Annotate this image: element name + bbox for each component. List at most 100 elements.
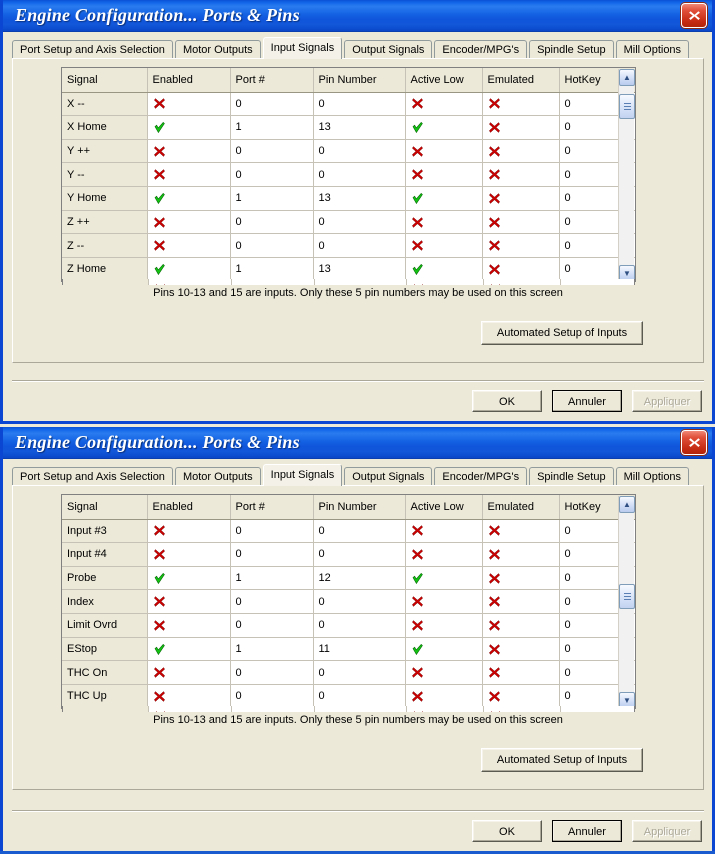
cell-enabled-toggle[interactable] [147, 210, 231, 235]
tab-port-setup-and-axis-selection[interactable]: Port Setup and Axis Selection [12, 467, 173, 486]
cell-active-low-toggle[interactable] [405, 566, 483, 591]
cell-pin-number[interactable]: 13 [313, 115, 406, 140]
cell-port[interactable]: 1 [230, 115, 314, 140]
tab-spindle-setup[interactable]: Spindle Setup [529, 40, 614, 59]
cell-pin-number[interactable]: 13 [313, 257, 406, 281]
column-header-emulated[interactable]: Emulated [482, 68, 560, 93]
input-signals-grid-2[interactable]: Signal Enabled Port # Pin Number Active Low E… [61, 494, 636, 709]
cell-port[interactable]: 0 [230, 139, 314, 164]
cell-pin-number[interactable]: 12 [313, 566, 406, 591]
ok-button[interactable]: OK [472, 390, 542, 412]
tab-input-signals[interactable]: Input Signals [262, 464, 343, 486]
cell-emulated-toggle[interactable] [482, 257, 560, 281]
table-row[interactable]: Z Home 1 13 0 [62, 257, 635, 281]
cancel-button[interactable]: Annuler [552, 390, 622, 412]
cell-emulated-toggle[interactable] [482, 660, 560, 685]
cell-enabled-toggle[interactable] [147, 186, 231, 211]
cell-enabled-toggle[interactable] [147, 519, 231, 544]
cell-port[interactable]: 0 [230, 589, 314, 614]
input-signals-grid-1[interactable]: Signal Enabled Port # Pin Number Active Low E… [61, 67, 636, 282]
cell-enabled-toggle[interactable] [147, 660, 231, 685]
cell-active-low-toggle[interactable] [405, 162, 483, 187]
column-header-signal[interactable]: Signal [62, 495, 148, 520]
cell-emulated-toggle[interactable] [482, 139, 560, 164]
tab-output-signals[interactable]: Output Signals [344, 467, 433, 486]
table-row[interactable]: EStop 1 11 0 [62, 637, 635, 662]
cell-active-low-toggle[interactable] [405, 660, 483, 685]
cell-active-low-toggle[interactable] [405, 519, 483, 544]
cell-port[interactable]: 0 [230, 660, 314, 685]
automated-setup-of-inputs-button[interactable]: Automated Setup of Inputs [481, 748, 643, 772]
cell-port[interactable]: 1 [230, 186, 314, 211]
tab-spindle-setup[interactable]: Spindle Setup [529, 467, 614, 486]
table-row[interactable]: Index 0 0 0 [62, 589, 635, 614]
cell-active-low-toggle[interactable] [405, 233, 483, 258]
cell-pin-number[interactable]: 0 [313, 613, 406, 638]
tab-mill-options[interactable]: Mill Options [615, 40, 690, 59]
tab-input-signals[interactable]: Input Signals [262, 37, 343, 59]
tab-motor-outputs[interactable]: Motor Outputs [174, 467, 261, 486]
column-header-port[interactable]: Port # [230, 495, 314, 520]
column-header-pin-number[interactable]: Pin Number [313, 68, 406, 93]
cell-port[interactable]: 1 [230, 637, 314, 662]
cell-port[interactable]: 0 [230, 233, 314, 258]
table-row[interactable]: Y -- 0 0 0 [62, 162, 635, 187]
cell-port[interactable]: 1 [230, 257, 314, 281]
table-row[interactable]: Limit Ovrd 0 0 0 [62, 613, 635, 638]
cell-port[interactable]: 1 [230, 566, 314, 591]
cell-enabled-toggle[interactable] [147, 566, 231, 591]
scrollbar-thumb[interactable] [619, 584, 635, 609]
tab-port-setup-and-axis-selection[interactable]: Port Setup and Axis Selection [12, 40, 173, 59]
table-row[interactable]: THC Up 0 0 0 [62, 684, 635, 708]
grid-vertical-scrollbar-1[interactable]: ▲ ▼ [618, 69, 635, 281]
cell-enabled-toggle[interactable] [147, 542, 231, 567]
close-icon[interactable] [681, 430, 707, 455]
cell-port[interactable]: 0 [230, 92, 314, 117]
automated-setup-of-inputs-button[interactable]: Automated Setup of Inputs [481, 321, 643, 345]
cell-port[interactable]: 0 [230, 684, 314, 708]
cell-active-low-toggle[interactable] [405, 257, 483, 281]
cell-enabled-toggle[interactable] [147, 233, 231, 258]
tab-output-signals[interactable]: Output Signals [344, 40, 433, 59]
cell-pin-number[interactable]: 0 [313, 660, 406, 685]
column-header-enabled[interactable]: Enabled [147, 495, 231, 520]
cell-pin-number[interactable]: 0 [313, 589, 406, 614]
cell-enabled-toggle[interactable] [147, 589, 231, 614]
cell-enabled-toggle[interactable] [147, 257, 231, 281]
cell-pin-number[interactable]: 0 [313, 233, 406, 258]
cell-port[interactable]: 0 [230, 210, 314, 235]
table-row[interactable]: Input #4 0 0 0 [62, 542, 635, 567]
cell-active-low-toggle[interactable] [405, 542, 483, 567]
scrollbar-thumb[interactable] [619, 94, 635, 119]
column-header-pin-number[interactable]: Pin Number [313, 495, 406, 520]
table-row[interactable]: X Home 1 13 0 [62, 115, 635, 140]
cell-port[interactable]: 0 [230, 162, 314, 187]
cell-enabled-toggle[interactable] [147, 139, 231, 164]
cell-emulated-toggle[interactable] [482, 566, 560, 591]
cell-enabled-toggle[interactable] [147, 613, 231, 638]
cell-emulated-toggle[interactable] [482, 162, 560, 187]
column-header-signal[interactable]: Signal [62, 68, 148, 93]
cell-enabled-toggle[interactable] [147, 92, 231, 117]
scroll-up-arrow-icon[interactable]: ▲ [619, 496, 635, 513]
table-row[interactable]: Z -- 0 0 0 [62, 233, 635, 258]
table-row[interactable]: Y Home 1 13 0 [62, 186, 635, 211]
cell-active-low-toggle[interactable] [405, 637, 483, 662]
cell-pin-number[interactable]: 0 [313, 162, 406, 187]
tab-encoder-mpg-s[interactable]: Encoder/MPG's [434, 40, 528, 59]
cell-enabled-toggle[interactable] [147, 684, 231, 708]
tab-motor-outputs[interactable]: Motor Outputs [174, 40, 261, 59]
cell-pin-number[interactable]: 0 [313, 684, 406, 708]
cell-emulated-toggle[interactable] [482, 210, 560, 235]
cell-emulated-toggle[interactable] [482, 613, 560, 638]
column-header-port[interactable]: Port # [230, 68, 314, 93]
cell-active-low-toggle[interactable] [405, 139, 483, 164]
table-row[interactable]: Probe 1 12 0 [62, 566, 635, 591]
cell-pin-number[interactable]: 0 [313, 139, 406, 164]
cell-active-low-toggle[interactable] [405, 684, 483, 708]
ok-button[interactable]: OK [472, 820, 542, 842]
cell-enabled-toggle[interactable] [147, 162, 231, 187]
cell-emulated-toggle[interactable] [482, 115, 560, 140]
column-header-enabled[interactable]: Enabled [147, 68, 231, 93]
cell-active-low-toggle[interactable] [405, 589, 483, 614]
